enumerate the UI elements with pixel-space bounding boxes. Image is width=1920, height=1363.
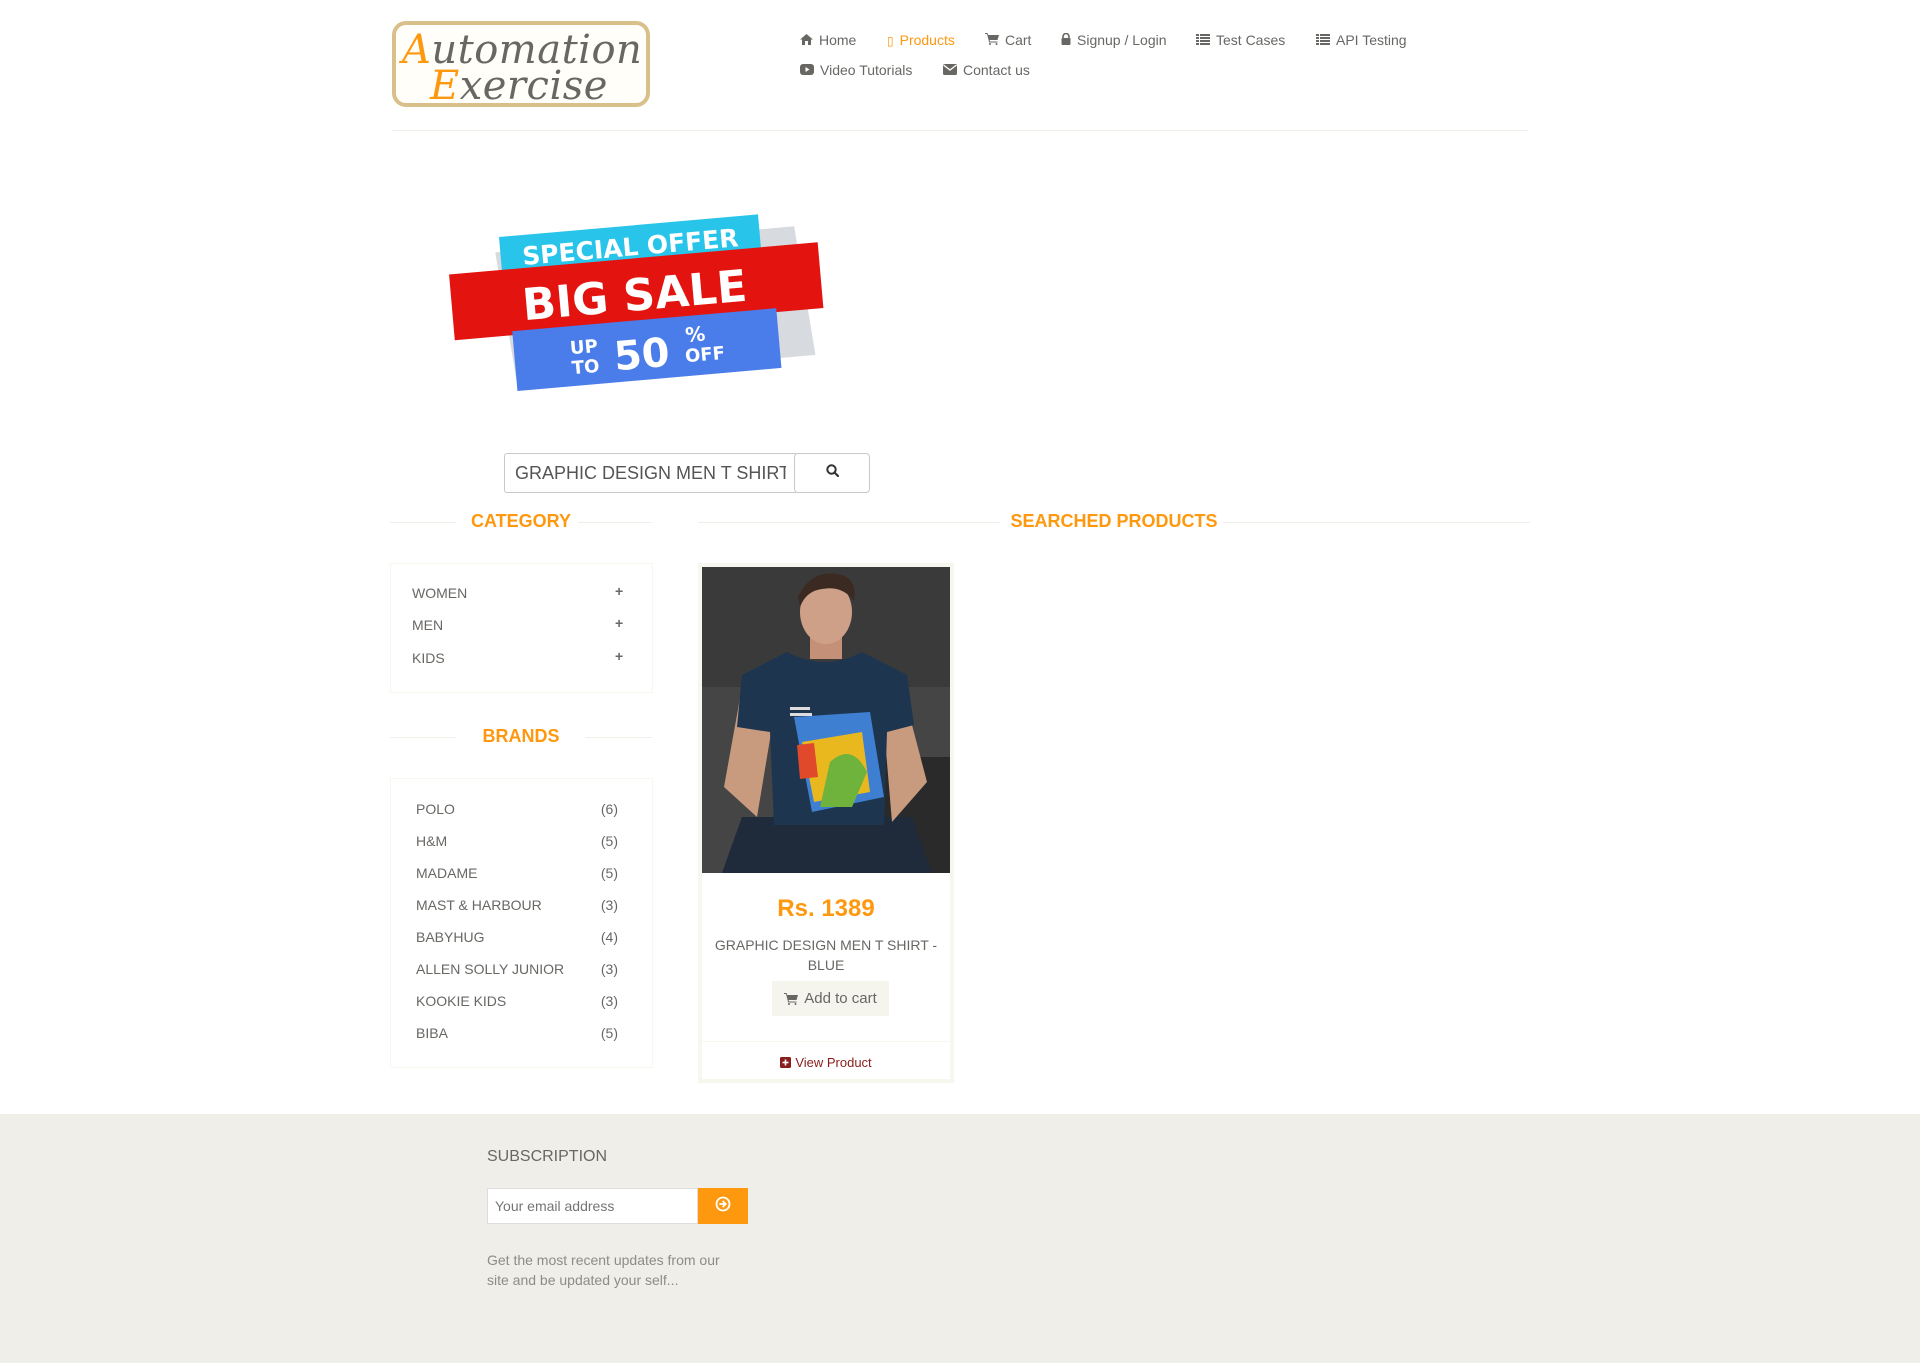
lock-icon	[1061, 32, 1071, 50]
products-title-line-right	[1222, 522, 1530, 523]
brand-babyhug[interactable]: BABYHUG	[416, 929, 484, 945]
nav-signup-label: Signup / Login	[1077, 32, 1167, 48]
category-panel: WOMEN + MEN + KIDS +	[390, 563, 653, 693]
subscribe-button[interactable]	[698, 1188, 748, 1224]
nav-contact-us[interactable]: Contact us	[943, 61, 1030, 80]
view-product-label: View Product	[795, 1055, 872, 1070]
brand-count: (5)	[600, 865, 618, 881]
envelope-icon	[943, 62, 957, 80]
subscribe-email-input[interactable]	[487, 1188, 698, 1224]
nav-home-label: Home	[819, 32, 857, 48]
brand-count: (5)	[600, 1025, 618, 1041]
nav-signup-login[interactable]: Signup / Login	[1061, 31, 1167, 50]
logo-text-2: xercise	[459, 63, 608, 107]
brand-count: (5)	[600, 833, 618, 849]
header-divider	[392, 130, 1528, 131]
search-icon	[825, 464, 839, 482]
subscription-description: Get the most recent updates from our sit…	[487, 1252, 720, 1288]
logo-cap-e: E	[430, 63, 460, 107]
nav-cart[interactable]: Cart	[985, 31, 1031, 50]
nav-api-testing[interactable]: API Testing	[1316, 31, 1407, 50]
add-to-cart-button[interactable]: Add to cart	[772, 981, 889, 1016]
special-offer-banner: SPECIAL OFFER BIG SALE UP TO 50 % OFF	[430, 200, 850, 400]
category-men[interactable]: MEN	[412, 617, 443, 633]
brand-count: (6)	[600, 801, 618, 817]
product-name: GRAPHIC DESIGN MEN T SHIRT - BLUE	[714, 937, 938, 973]
cart-icon	[985, 32, 999, 50]
brand-count: (4)	[600, 929, 618, 945]
logo-cap-a: A	[402, 27, 432, 73]
category-kids[interactable]: KIDS	[412, 650, 445, 666]
tshirt-icon: ▯	[887, 34, 894, 48]
nav-cart-label: Cart	[1005, 32, 1032, 48]
brands-panel: POLO (6) H&M (5) MADAME (5) MAST & HARBO…	[390, 778, 653, 1068]
brand-allen-solly-junior[interactable]: ALLEN SOLLY JUNIOR	[416, 961, 564, 977]
nav-video-label: Video Tutorials	[820, 62, 913, 78]
search-button[interactable]	[794, 453, 870, 493]
svg-text:TO: TO	[571, 356, 600, 379]
product-card: Rs. 1389 GRAPHIC DESIGN MEN T SHIRT - BL…	[698, 563, 954, 1083]
svg-text:OFF: OFF	[684, 343, 726, 367]
nav-test-cases-label: Test Cases	[1216, 32, 1286, 48]
brand-count: (3)	[600, 961, 618, 977]
brand-polo[interactable]: POLO	[416, 801, 455, 817]
site-logo[interactable]: Automation Exercise	[392, 21, 650, 107]
category-title-line-left	[390, 522, 456, 523]
brand-biba[interactable]: BIBA	[416, 1025, 448, 1041]
plus-icon[interactable]: +	[615, 648, 623, 664]
nav-contact-label: Contact us	[963, 62, 1030, 78]
list-icon	[1196, 32, 1210, 50]
brand-mast-harbour[interactable]: MAST & HARBOUR	[416, 897, 542, 913]
brands-title-line-right	[585, 737, 652, 738]
nav-home[interactable]: Home	[800, 31, 856, 50]
view-product-link[interactable]: View Product	[702, 1055, 950, 1071]
subscription-title: SUBSCRIPTION	[487, 1148, 608, 1165]
plus-icon[interactable]: +	[615, 583, 623, 599]
category-title: CATEGORY	[470, 511, 571, 531]
search-input[interactable]	[504, 453, 796, 493]
brand-hm[interactable]: H&M	[416, 833, 447, 849]
cart-icon	[784, 992, 799, 1005]
svg-text:%: %	[684, 321, 706, 347]
brands-title-line-left	[390, 737, 456, 738]
nav-api-testing-label: API Testing	[1336, 32, 1407, 48]
list-icon	[1316, 32, 1330, 50]
nav-products[interactable]: ▯ Products	[887, 31, 955, 50]
brand-count: (3)	[600, 993, 618, 1009]
brand-count: (3)	[600, 897, 618, 913]
products-title-line-left	[698, 522, 1000, 523]
category-title-line-right	[578, 522, 652, 523]
brand-kookie-kids[interactable]: KOOKIE KIDS	[416, 993, 506, 1009]
searched-products-title: SEARCHED PRODUCTS	[1010, 511, 1218, 531]
youtube-icon	[800, 62, 814, 80]
footer	[0, 1114, 1920, 1363]
arrow-circle-right-icon	[715, 1196, 731, 1217]
nav-products-label: Products	[899, 32, 955, 48]
card-divider	[702, 1041, 950, 1042]
category-women[interactable]: WOMEN	[412, 585, 467, 601]
add-to-cart-label: Add to cart	[804, 990, 877, 1007]
brands-title: BRANDS	[482, 726, 560, 746]
svg-text:50: 50	[612, 330, 671, 381]
nav-video-tutorials[interactable]: Video Tutorials	[800, 61, 912, 80]
nav-test-cases[interactable]: Test Cases	[1196, 31, 1285, 50]
product-image	[702, 567, 950, 873]
home-icon	[800, 32, 813, 50]
plus-square-icon	[780, 1056, 792, 1071]
product-price: Rs. 1389	[777, 895, 875, 922]
brand-madame[interactable]: MADAME	[416, 865, 477, 881]
plus-icon[interactable]: +	[615, 615, 623, 631]
